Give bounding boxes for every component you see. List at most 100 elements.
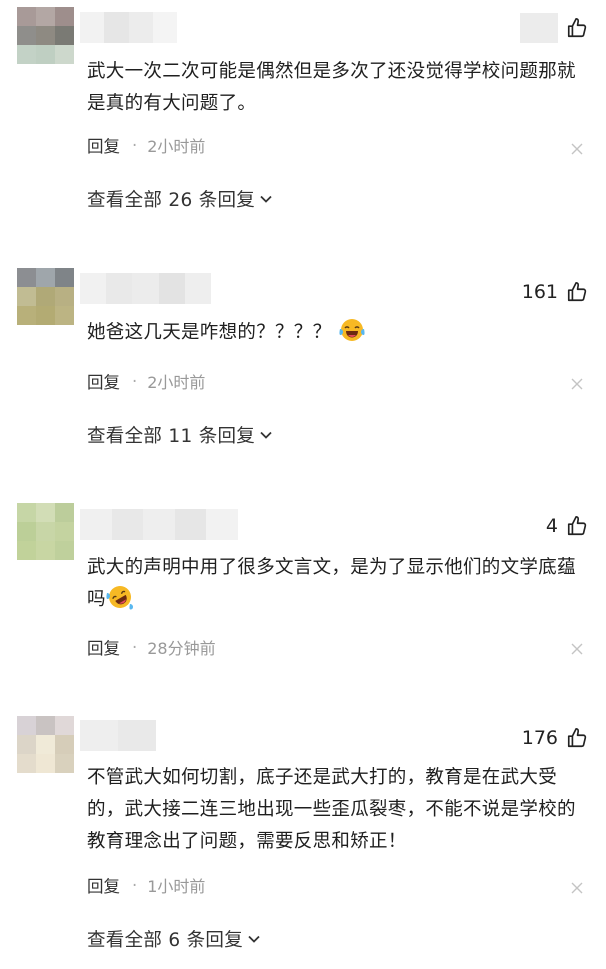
chevron-down-icon: [260, 195, 272, 203]
avatar-mosaic-tile: [55, 45, 74, 64]
comment-text: 武大一次二次可能是偶然但是多次了还没觉得学校问题那就是真的有大问题了。: [87, 61, 576, 114]
avatar-mosaic-tile: [55, 541, 74, 560]
comment-text-row: 武大的声明中用了很多文言文，是为了显示他们的文学底蕴吗: [87, 552, 581, 616]
reply-button[interactable]: 回复: [87, 369, 120, 393]
avatar-mosaic-tile: [17, 522, 36, 541]
username-mosaic-tile: [174, 509, 207, 540]
view-all-replies-button[interactable]: 查看全部 11 条回复: [87, 421, 273, 449]
avatar-mosaic-tile: [36, 522, 55, 541]
like-count-blurred: [520, 13, 558, 43]
avatar-mosaic-tile: [17, 754, 36, 773]
comment-time: 2小时前: [147, 373, 206, 392]
like-area[interactable]: 176: [522, 723, 588, 753]
close-icon[interactable]: [570, 142, 584, 156]
view-all-replies-button[interactable]: 查看全部 26 条回复: [87, 185, 273, 213]
avatar-mosaic-tile: [36, 541, 55, 560]
separator-dot: ·: [132, 371, 138, 391]
username-blurred[interactable]: [80, 273, 212, 304]
avatar-mosaic-tile: [17, 268, 36, 287]
comment-time: 2小时前: [147, 137, 206, 156]
username-blurred[interactable]: [80, 12, 177, 43]
username-mosaic-tile: [118, 720, 156, 751]
thumbs-up-icon[interactable]: [566, 17, 588, 39]
separator-dot: ·: [132, 637, 138, 657]
avatar-mosaic-tile: [36, 26, 55, 45]
rolling-laughing-emoji-icon: [106, 586, 133, 610]
view-all-replies-label: 查看全部 6 条回复: [87, 930, 244, 951]
username-mosaic-tile: [128, 12, 153, 43]
username-blurred[interactable]: [80, 509, 238, 540]
avatar[interactable]: [17, 716, 74, 773]
avatar-mosaic-tile: [55, 503, 74, 522]
view-all-replies-label: 查看全部 11 条回复: [87, 426, 256, 447]
username-mosaic-tile: [80, 12, 105, 43]
like-count: 176: [521, 727, 558, 749]
like-area[interactable]: [520, 13, 588, 43]
separator-dot: ·: [132, 135, 138, 155]
thumbs-up-icon[interactable]: [566, 515, 588, 537]
comment-meta: 回复 · 28分钟前: [87, 635, 216, 659]
avatar-mosaic-tile: [36, 287, 55, 306]
chevron-down-icon: [248, 935, 260, 943]
avatar-mosaic-tile: [55, 522, 74, 541]
comment-text: 她爸这几天是咋想的？？？？: [87, 322, 332, 343]
username-mosaic-tile: [111, 509, 144, 540]
username-mosaic-tile: [80, 720, 118, 751]
username-mosaic-tile: [152, 12, 177, 43]
chevron-down-icon: [260, 431, 272, 439]
like-area[interactable]: 4: [546, 511, 588, 541]
avatar-mosaic-tile: [17, 306, 36, 325]
avatar-mosaic-tile: [17, 287, 36, 306]
avatar[interactable]: [17, 7, 74, 64]
username-mosaic-tile: [106, 273, 133, 304]
avatar-mosaic-tile: [36, 716, 55, 735]
username-mosaic-tile: [143, 509, 175, 540]
comment-meta: 回复 · 2小时前: [87, 369, 206, 393]
username-mosaic-tile: [104, 12, 129, 43]
username-mosaic-tile: [184, 273, 212, 304]
avatar-mosaic-tile: [55, 268, 74, 287]
reply-button[interactable]: 回复: [87, 133, 120, 157]
close-icon[interactable]: [570, 377, 584, 391]
username-blurred[interactable]: [80, 720, 156, 751]
username-mosaic-tile: [206, 509, 238, 540]
avatar-mosaic-tile: [36, 45, 55, 64]
avatar-mosaic-tile: [17, 503, 36, 522]
avatar[interactable]: [17, 503, 74, 560]
username-mosaic-tile: [132, 273, 159, 304]
avatar-mosaic-tile: [36, 7, 55, 26]
username-mosaic-tile: [80, 509, 112, 540]
avatar-mosaic-tile: [55, 26, 74, 45]
avatar-mosaic-tile: [36, 268, 55, 287]
avatar-mosaic-tile: [55, 754, 74, 773]
avatar-mosaic-tile: [36, 306, 55, 325]
reply-button[interactable]: 回复: [87, 873, 120, 897]
username-mosaic-tile: [158, 273, 185, 304]
avatar-mosaic-tile: [55, 306, 74, 325]
comment-time: 28分钟前: [147, 639, 216, 658]
laughing-tears-emoji-icon: [339, 319, 365, 341]
avatar-mosaic-tile: [17, 7, 36, 26]
username-mosaic-tile: [80, 273, 107, 304]
like-area[interactable]: 161: [522, 277, 588, 307]
avatar-mosaic-tile: [17, 735, 36, 754]
like-count: 4: [545, 515, 558, 537]
reply-button[interactable]: 回复: [87, 635, 120, 659]
comment-meta: 回复 · 2小时前: [87, 133, 206, 157]
view-all-replies-button[interactable]: 查看全部 6 条回复: [87, 925, 261, 953]
avatar[interactable]: [17, 268, 74, 325]
comment-meta: 回复 · 1小时前: [87, 873, 205, 897]
thumbs-up-icon[interactable]: [566, 727, 588, 749]
avatar-mosaic-tile: [17, 26, 36, 45]
avatar-mosaic-tile: [17, 45, 36, 64]
close-icon[interactable]: [570, 881, 584, 895]
avatar-mosaic-tile: [55, 716, 74, 735]
comment-text: 不管武大如何切割，底子还是武大打的，教育是在武大受的，武大接二连三地出现一些歪瓜…: [87, 767, 576, 852]
close-icon[interactable]: [570, 642, 584, 656]
view-all-replies-label: 查看全部 26 条回复: [87, 190, 256, 211]
comment-text: 武大的声明中用了很多文言文，是为了显示他们的文学底蕴吗: [87, 557, 576, 610]
separator-dot: ·: [132, 875, 138, 895]
avatar-mosaic-tile: [55, 287, 74, 306]
thumbs-up-icon[interactable]: [566, 281, 588, 303]
comment-text-row: 她爸这几天是咋想的？？？？: [87, 317, 587, 349]
